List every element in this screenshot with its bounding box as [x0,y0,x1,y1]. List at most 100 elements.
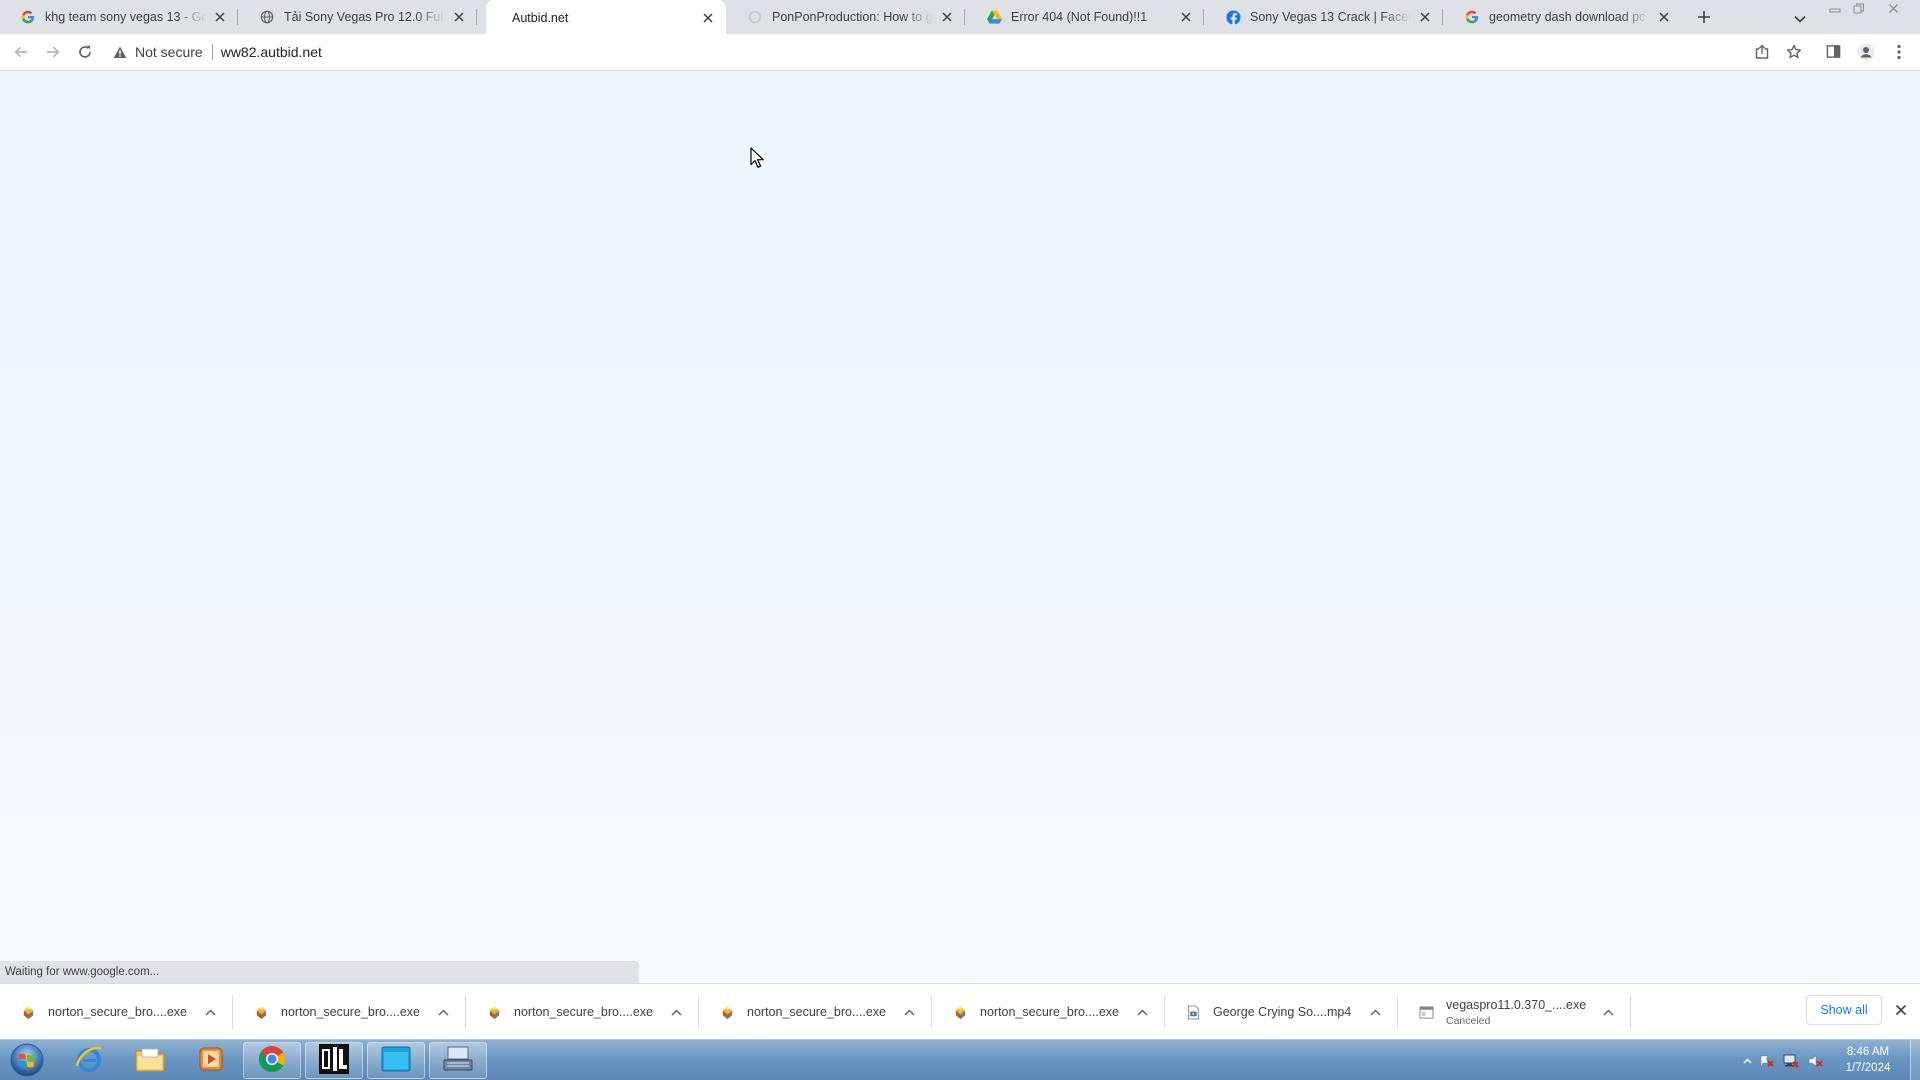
network-icon[interactable] [1779,1053,1803,1069]
media-player-icon [196,1044,226,1077]
tab-ponponproduction[interactable]: PonPonProduction: How to get Sony Vegas [727,0,965,34]
download-shelf: norton_secure_bro....exe norton_secure_b… [0,983,1920,1039]
close-icon[interactable] [939,9,955,25]
download-info: norton_secure_bro....exe [514,1005,667,1019]
chevron-up-icon[interactable] [1133,1003,1151,1021]
taskbar-app-chrome[interactable] [243,1042,301,1079]
action-center-icon[interactable] [1755,1053,1779,1069]
download-item[interactable]: norton_secure_bro....exe [699,984,932,1040]
reload-button[interactable] [72,40,98,66]
download-item[interactable]: George Crying So....mp4 [1165,984,1398,1040]
chevron-up-icon[interactable] [667,1003,685,1021]
chevron-up-icon[interactable] [1599,1003,1617,1021]
arrow-left-icon [13,44,29,63]
tab-search-button[interactable] [1789,7,1811,29]
minimize-icon [1829,2,1841,17]
download-item[interactable]: norton_secure_bro....exe [466,984,699,1040]
omnibox-divider [211,44,213,60]
side-panel-button[interactable] [1821,41,1845,65]
tab-geometry-dash-search[interactable]: geometry dash download pc - Google Searc… [1444,0,1682,34]
close-icon[interactable] [212,9,228,25]
download-item[interactable]: norton_secure_bro....exe [233,984,466,1040]
download-item[interactable]: norton_secure_bro....exe [932,984,1165,1040]
internet-explorer-icon [74,1044,104,1077]
taskbar-app-media-player[interactable] [182,1042,240,1079]
bookmark-button[interactable] [1782,41,1806,65]
close-icon[interactable] [1417,9,1433,25]
tab-sony-vegas-facebook[interactable]: Sony Vegas 13 Crack | Facebook [1205,0,1443,34]
tab-khg-team-search[interactable]: khg team sony vegas 13 - Google Search [0,0,238,34]
show-all-button[interactable]: Show all [1806,995,1882,1025]
address-bar[interactable]: Not secure ww82.autbid.net [112,38,1752,66]
security-label[interactable]: Not secure [135,44,203,60]
restore-button[interactable] [1848,0,1870,18]
taskbar-app-dl[interactable] [305,1042,363,1079]
norton-installer-icon [719,1004,735,1020]
norton-installer-icon [253,1004,269,1020]
chevron-up-icon[interactable] [900,1003,918,1021]
taskbar-app-file-explorer[interactable] [121,1042,179,1079]
close-icon[interactable] [1656,9,1672,25]
page-content[interactable] [0,71,1920,983]
tab-autbid[interactable]: Autbid.net [486,0,726,36]
volume-muted-icon[interactable] [1803,1053,1827,1069]
close-icon [1888,2,1899,17]
warning-icon[interactable] [112,44,128,60]
url-text[interactable]: ww82.autbid.net [221,44,322,60]
download-filename: norton_secure_bro....exe [281,1005,420,1019]
download-item[interactable]: norton_secure_bro....exe [0,984,233,1040]
close-icon[interactable] [700,10,716,26]
chevron-down-icon [1794,11,1806,26]
window-close-button[interactable] [1882,0,1904,18]
download-info: norton_secure_bro....exe [48,1005,201,1019]
taskbar-clock[interactable]: 8:46 AM 1/7/2024 [1826,1044,1910,1076]
share-button[interactable] [1750,41,1774,65]
mouse-pointer-icon [750,147,766,169]
chrome-icon [257,1044,287,1077]
download-filename: norton_secure_bro....exe [980,1005,1119,1019]
menu-button[interactable] [1887,41,1911,65]
forward-button[interactable] [40,40,66,66]
exe-file-icon [1418,1004,1434,1020]
tab-sony-vegas-12[interactable]: Tải Sony Vegas Pro 12.0 Full Crack [239,0,477,34]
download-info: norton_secure_bro....exe [281,1005,434,1019]
tab-separator [476,9,477,25]
facebook-icon [1225,9,1241,25]
taskbar-app-internet-explorer[interactable] [60,1042,118,1079]
chevron-up-icon[interactable] [434,1003,452,1021]
start-button[interactable] [5,1042,49,1080]
download-item[interactable]: vegaspro11.0.370_....exe Canceled [1398,984,1631,1040]
chevron-up-icon[interactable] [1366,1003,1384,1021]
minimize-button[interactable] [1824,0,1846,18]
tab-title: Tải Sony Vegas Pro 12.0 Full Crack [284,10,445,24]
close-icon[interactable] [1178,9,1194,25]
avatar-icon [1857,43,1875,64]
profile-button[interactable] [1854,41,1878,65]
chevron-up-icon[interactable] [201,1003,219,1021]
tab-separator [237,9,238,25]
clock-date: 1/7/2024 [1845,1062,1891,1074]
new-tab-button[interactable] [1693,7,1715,29]
arrow-right-icon [45,44,61,63]
show-desktop-button[interactable] [1910,1040,1920,1080]
download-info: norton_secure_bro....exe [747,1005,900,1019]
close-shelf-button[interactable] [1892,1002,1910,1020]
show-hidden-icons-button[interactable] [1739,1058,1755,1064]
status-text: Waiting for www.google.com... [5,966,160,978]
norton-installer-icon [486,1004,502,1020]
download-info: vegaspro11.0.370_....exe Canceled [1446,998,1599,1027]
download-filename: norton_secure_bro....exe [48,1005,187,1019]
back-button[interactable] [8,40,34,66]
tab-separator [1442,9,1443,25]
taskbar-app-window[interactable] [367,1042,425,1079]
share-icon [1754,44,1770,63]
taskbar-app-keyboard[interactable] [429,1042,487,1079]
tab-error-404[interactable]: Error 404 (Not Found)!!1 [966,0,1204,34]
tab-strip: khg team sony vegas 13 - Google Search T… [0,0,1920,36]
blue-window-icon [380,1044,412,1077]
status-bubble: Waiting for www.google.com... [0,961,639,983]
google-g-icon [20,9,36,25]
close-icon[interactable] [451,9,467,25]
dl-app-icon [318,1043,350,1078]
restore-icon [1853,2,1865,17]
